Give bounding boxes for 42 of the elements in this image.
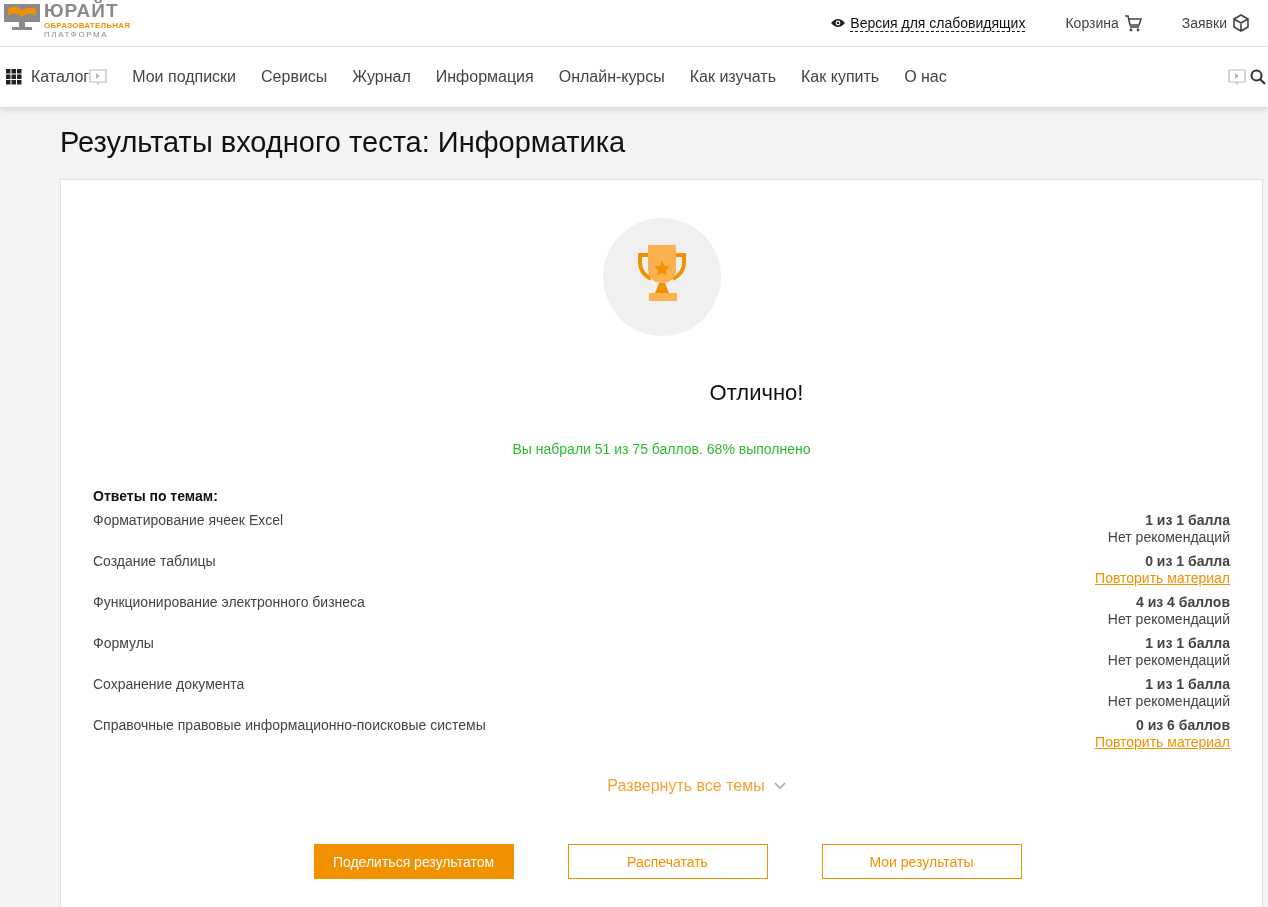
topic-name: Справочные правовые информационно-поисковые системы <box>93 717 486 735</box>
score-summary: Вы набрали 51 из 75 баллов. 68% выполнено <box>511 441 812 457</box>
logo-icon <box>2 1 42 31</box>
topic-name: Создание таблицы <box>93 553 216 571</box>
topic-score: 4 из 4 баллов <box>1136 594 1230 611</box>
cart-icon[interactable] <box>1123 14 1142 32</box>
nav-item[interactable]: Как купить <box>801 68 880 86</box>
nav-item[interactable]: О нас <box>904 68 947 86</box>
topic-score: 0 из 6 баллов <box>1136 717 1230 734</box>
nav-item[interactable]: Каталог <box>31 68 90 86</box>
recommendation: Нет рекомендаций <box>1107 611 1230 628</box>
nav-item[interactable]: Журнал <box>352 68 411 86</box>
grid-icon[interactable] <box>6 69 22 85</box>
nav-item[interactable]: Как изучать <box>689 68 777 86</box>
nav-item[interactable]: Мои подписки <box>132 68 237 86</box>
nav-item[interactable]: Онлайн-курсы <box>558 68 665 86</box>
page-title: Результаты входного теста: Информатика <box>60 125 627 160</box>
result-heading: Отлично! <box>708 380 805 406</box>
top-link[interactable]: Корзина <box>1065 15 1119 31</box>
eye-icon <box>831 18 846 28</box>
topic-name: Сохранение документа <box>93 676 245 694</box>
topic-name: Форматирование ячеек Excel <box>93 512 284 530</box>
nav-item[interactable]: Информация <box>435 68 534 86</box>
topic-name: Функционирование электронного бизнеса <box>93 594 365 612</box>
recommendation: Нет рекомендаций <box>1107 529 1230 546</box>
topic-name: Формулы <box>93 635 154 653</box>
box-icon[interactable] <box>1232 14 1250 32</box>
search-icon[interactable] <box>1250 69 1266 85</box>
top-link[interactable]: Заявки <box>1181 15 1227 31</box>
logo-subtitle: ПЛАТФОРМА <box>44 30 110 40</box>
topic-score: 0 из 1 балла <box>1145 553 1230 570</box>
top-link[interactable]: Версия для слабовидящих <box>850 14 1026 32</box>
logo-name: ЮРАЙТ <box>44 1 120 21</box>
recommendation: Нет рекомендаций <box>1107 652 1230 669</box>
topic-score: 1 из 1 балла <box>1145 635 1230 652</box>
nav-item[interactable]: Сервисы <box>261 68 328 86</box>
logo-subtitle: ОБРАЗОВАТЕЛЬНАЯ <box>44 21 131 30</box>
topics-heading: Ответы по темам: <box>93 488 219 504</box>
topic-score: 1 из 1 балла <box>1145 512 1230 529</box>
trophy-icon <box>602 218 721 336</box>
recommendation: Нет рекомендаций <box>1107 693 1230 710</box>
topic-score: 1 из 1 балла <box>1145 676 1230 693</box>
